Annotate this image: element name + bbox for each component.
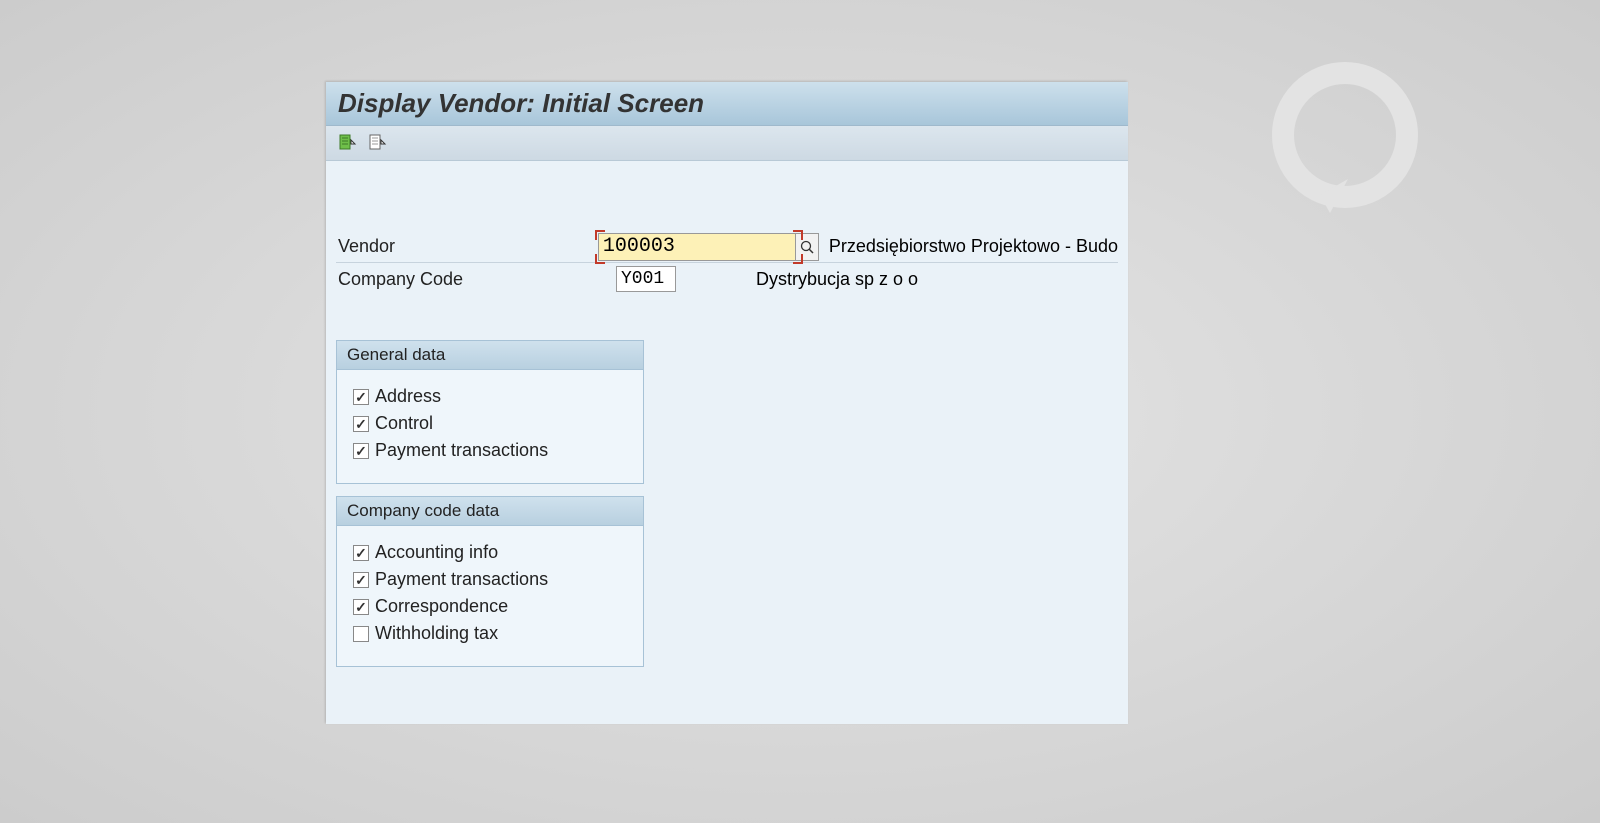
vendor-field-wrap	[598, 233, 819, 261]
row-company-code: Company Code Dystrybucja sp z o o	[336, 263, 1118, 295]
vendor-input[interactable]	[598, 233, 796, 261]
checkbox-label-payment-trans-cc: Payment transactions	[375, 569, 548, 590]
company-code-input[interactable]	[616, 266, 676, 292]
search-icon	[799, 239, 815, 255]
group-company-title: Company code data	[337, 497, 643, 526]
company-code-description: Dystrybucja sp z o o	[756, 269, 918, 290]
group-company-code-data: Company code data Accounting info Paymen…	[336, 496, 644, 667]
checkbox-payment-trans-gen[interactable]	[353, 443, 369, 459]
document-arrow-icon	[367, 133, 387, 153]
checkbox-label-accounting: Accounting info	[375, 542, 498, 563]
group-general-data: General data Address Control Payment tra…	[336, 340, 644, 484]
sap-panel: Display Vendor: Initial Screen Vendor	[326, 82, 1128, 724]
company-code-label: Company Code	[336, 269, 616, 290]
vendor-label: Vendor	[336, 236, 598, 257]
row-vendor: Vendor Przedsiębiorstwo Projektowo - Bud…	[336, 231, 1118, 263]
checkbox-label-payment-trans-gen: Payment transactions	[375, 440, 548, 461]
checkbox-row-accounting: Accounting info	[353, 542, 627, 563]
checkbox-withholding[interactable]	[353, 626, 369, 642]
toolbar-button-1[interactable]	[336, 132, 358, 154]
document-green-icon	[337, 133, 357, 153]
toolbar-button-2[interactable]	[366, 132, 388, 154]
vendor-description: Przedsiębiorstwo Projektowo - Budo	[829, 236, 1118, 257]
checkbox-address[interactable]	[353, 389, 369, 405]
checkbox-label-correspondence: Correspondence	[375, 596, 508, 617]
checkbox-correspondence[interactable]	[353, 599, 369, 615]
group-general-title: General data	[337, 341, 643, 370]
group-general-body: Address Control Payment transactions	[337, 370, 643, 483]
checkbox-control[interactable]	[353, 416, 369, 432]
checkbox-row-correspondence: Correspondence	[353, 596, 627, 617]
speech-bubble-icon	[1260, 55, 1430, 225]
checkbox-label-control: Control	[375, 413, 433, 434]
checkbox-payment-trans-cc[interactable]	[353, 572, 369, 588]
checkbox-label-address: Address	[375, 386, 441, 407]
page-title: Display Vendor: Initial Screen	[326, 82, 1128, 126]
checkbox-row-control: Control	[353, 413, 627, 434]
checkbox-label-withholding: Withholding tax	[375, 623, 498, 644]
checkbox-row-withholding: Withholding tax	[353, 623, 627, 644]
checkbox-accounting[interactable]	[353, 545, 369, 561]
checkbox-row-address: Address	[353, 386, 627, 407]
checkbox-row-payment-trans-gen: Payment transactions	[353, 440, 627, 461]
toolbar	[326, 126, 1128, 161]
group-company-body: Accounting info Payment transactions Cor…	[337, 526, 643, 666]
checkbox-row-payment-trans-cc: Payment transactions	[353, 569, 627, 590]
